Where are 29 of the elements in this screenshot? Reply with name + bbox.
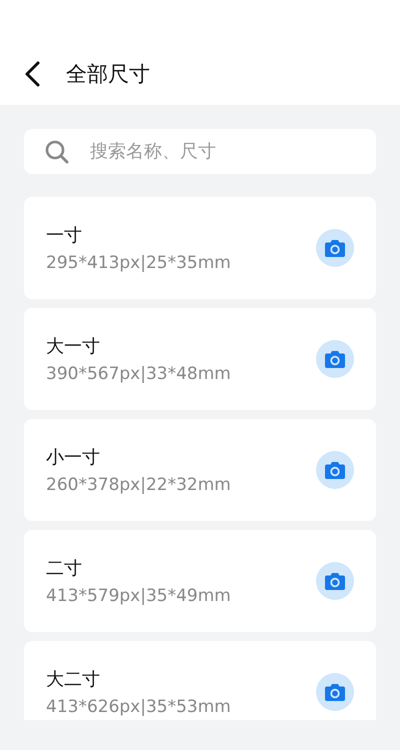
size-card[interactable]: 大二寸 413*626px|35*53mm <box>24 641 376 720</box>
page-title: 全部尺寸 <box>66 61 150 88</box>
camera-icon <box>325 572 345 590</box>
size-name: 一寸 <box>46 224 83 247</box>
size-card[interactable]: 二寸 413*579px|35*49mm <box>24 530 376 632</box>
size-card[interactable]: 一寸 295*413px|25*35mm <box>24 197 376 299</box>
camera-button[interactable] <box>316 562 354 600</box>
size-name: 大一寸 <box>46 335 101 358</box>
size-name: 小一寸 <box>46 446 101 469</box>
size-spec: 413*579px|35*49mm <box>46 586 232 606</box>
size-spec: 260*378px|22*32mm <box>46 475 232 495</box>
camera-icon <box>325 350 345 368</box>
camera-icon <box>325 461 345 479</box>
size-name: 二寸 <box>46 557 83 580</box>
camera-icon <box>325 239 345 257</box>
size-card[interactable]: 大一寸 390*567px|33*48mm <box>24 308 376 410</box>
size-name: 大二寸 <box>46 668 101 691</box>
size-spec: 413*626px|35*53mm <box>46 697 232 717</box>
camera-button[interactable] <box>316 340 354 378</box>
camera-button[interactable] <box>316 451 354 489</box>
camera-button[interactable] <box>316 673 354 711</box>
search-field[interactable]: 搜索名称、尺寸 <box>24 129 376 174</box>
size-spec: 295*413px|25*35mm <box>46 253 232 273</box>
camera-icon <box>325 683 345 701</box>
size-spec: 390*567px|33*48mm <box>46 364 232 384</box>
camera-button[interactable] <box>316 229 354 267</box>
search-input[interactable]: 搜索名称、尺寸 <box>88 140 356 163</box>
search-icon <box>44 138 70 164</box>
size-card[interactable]: 小一寸 260*378px|22*32mm <box>24 419 376 521</box>
